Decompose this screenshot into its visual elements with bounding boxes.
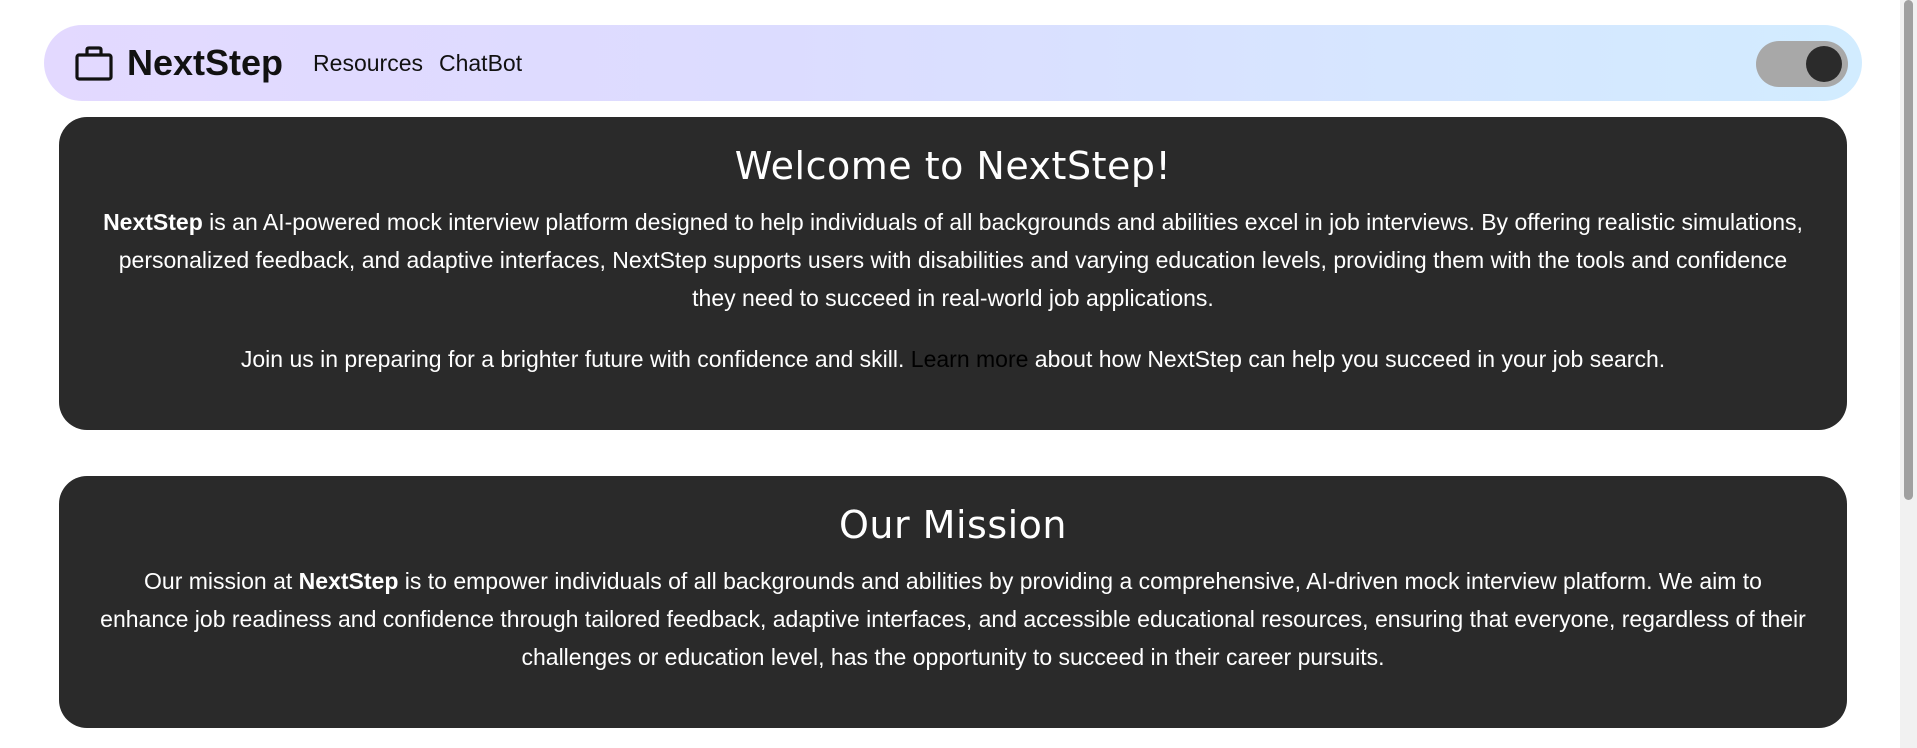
intro-brand: NextStep [103,209,203,235]
page: NextStep Resources ChatBot Welcome to Ne… [0,0,1917,748]
welcome-intro: NextStep is an AI-powered mock interview… [99,203,1807,317]
mission-title: Our Mission [838,503,1068,547]
mission-text-before: Our mission at [144,568,299,594]
nav-link-resources[interactable]: Resources [313,50,423,77]
vertical-scrollbar[interactable] [1900,0,1917,748]
mission-brand: NextStep [298,568,399,594]
nav-link-chatbot[interactable]: ChatBot [439,50,522,77]
join-text-after: about how NextStep can help you succeed … [1028,346,1666,372]
welcome-title: Welcome to NextStep! [734,144,1172,188]
join-text-before: Join us in preparing for a brighter futu… [240,346,911,372]
theme-toggle[interactable] [1756,41,1848,87]
learn-more-link[interactable]: Learn more [911,346,1029,372]
nav-links: Resources ChatBot [313,50,538,77]
intro-text: is an AI-powered mock interview platform… [118,209,1803,311]
brand-link[interactable]: NextStep [73,42,283,84]
scrollbar-thumb[interactable] [1904,0,1913,500]
welcome-join: Join us in preparing for a brighter futu… [99,340,1807,378]
mission-text: Our mission at NextStep is to empower in… [99,562,1807,676]
briefcase-icon [73,42,115,84]
welcome-card: Welcome to NextStep! NextStep is an AI-p… [59,117,1847,430]
toggle-knob [1806,46,1842,82]
brand-name: NextStep [127,42,284,83]
navbar: NextStep Resources ChatBot [44,25,1862,101]
mission-card: Our Mission Our mission at NextStep is t… [59,476,1847,728]
